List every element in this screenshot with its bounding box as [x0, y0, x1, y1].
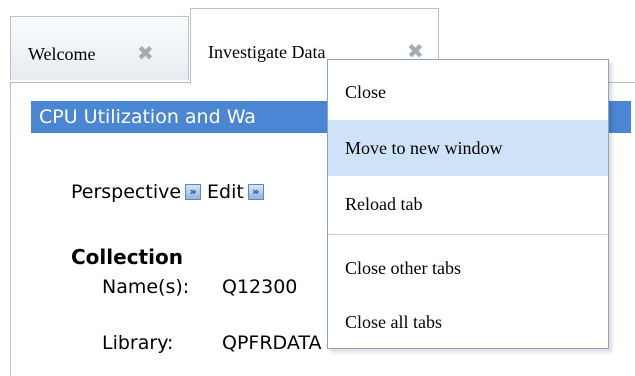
menu-separator	[328, 234, 608, 235]
close-icon[interactable]: ✖	[137, 41, 154, 65]
menu-item-close-other-tabs[interactable]: Close other tabs	[328, 240, 608, 296]
edit-label[interactable]: Edit	[207, 181, 244, 203]
collection-heading: Collection	[71, 245, 183, 269]
tab-investigate-data-label: Investigate Data	[208, 42, 326, 62]
tab-context-menu: Close Move to new window Reload tab Clos…	[327, 59, 609, 349]
perspective-label[interactable]: Perspective	[71, 181, 181, 203]
field-label: Name(s):	[102, 276, 190, 298]
field-value: Q12300	[222, 276, 298, 298]
menu-item-close-all-tabs[interactable]: Close all tabs	[328, 294, 608, 350]
double-arrow-icon[interactable]: »	[185, 184, 202, 200]
tab-welcome-label: Welcome	[28, 44, 96, 64]
field-value: QPFRDATA	[222, 332, 322, 354]
field-library: Library: QPFRDATA	[102, 332, 322, 354]
menu-item-close[interactable]: Close	[328, 64, 608, 120]
field-label: Library:	[102, 332, 174, 354]
field-names: Name(s): Q12300	[102, 276, 297, 298]
perspective-row: Perspective » Edit »	[71, 181, 270, 203]
double-arrow-icon[interactable]: »	[247, 184, 264, 200]
menu-item-reload-tab[interactable]: Reload tab	[328, 176, 608, 232]
tab-welcome[interactable]: Welcome ✖	[10, 16, 189, 80]
menu-item-move-to-new-window[interactable]: Move to new window	[328, 120, 608, 176]
